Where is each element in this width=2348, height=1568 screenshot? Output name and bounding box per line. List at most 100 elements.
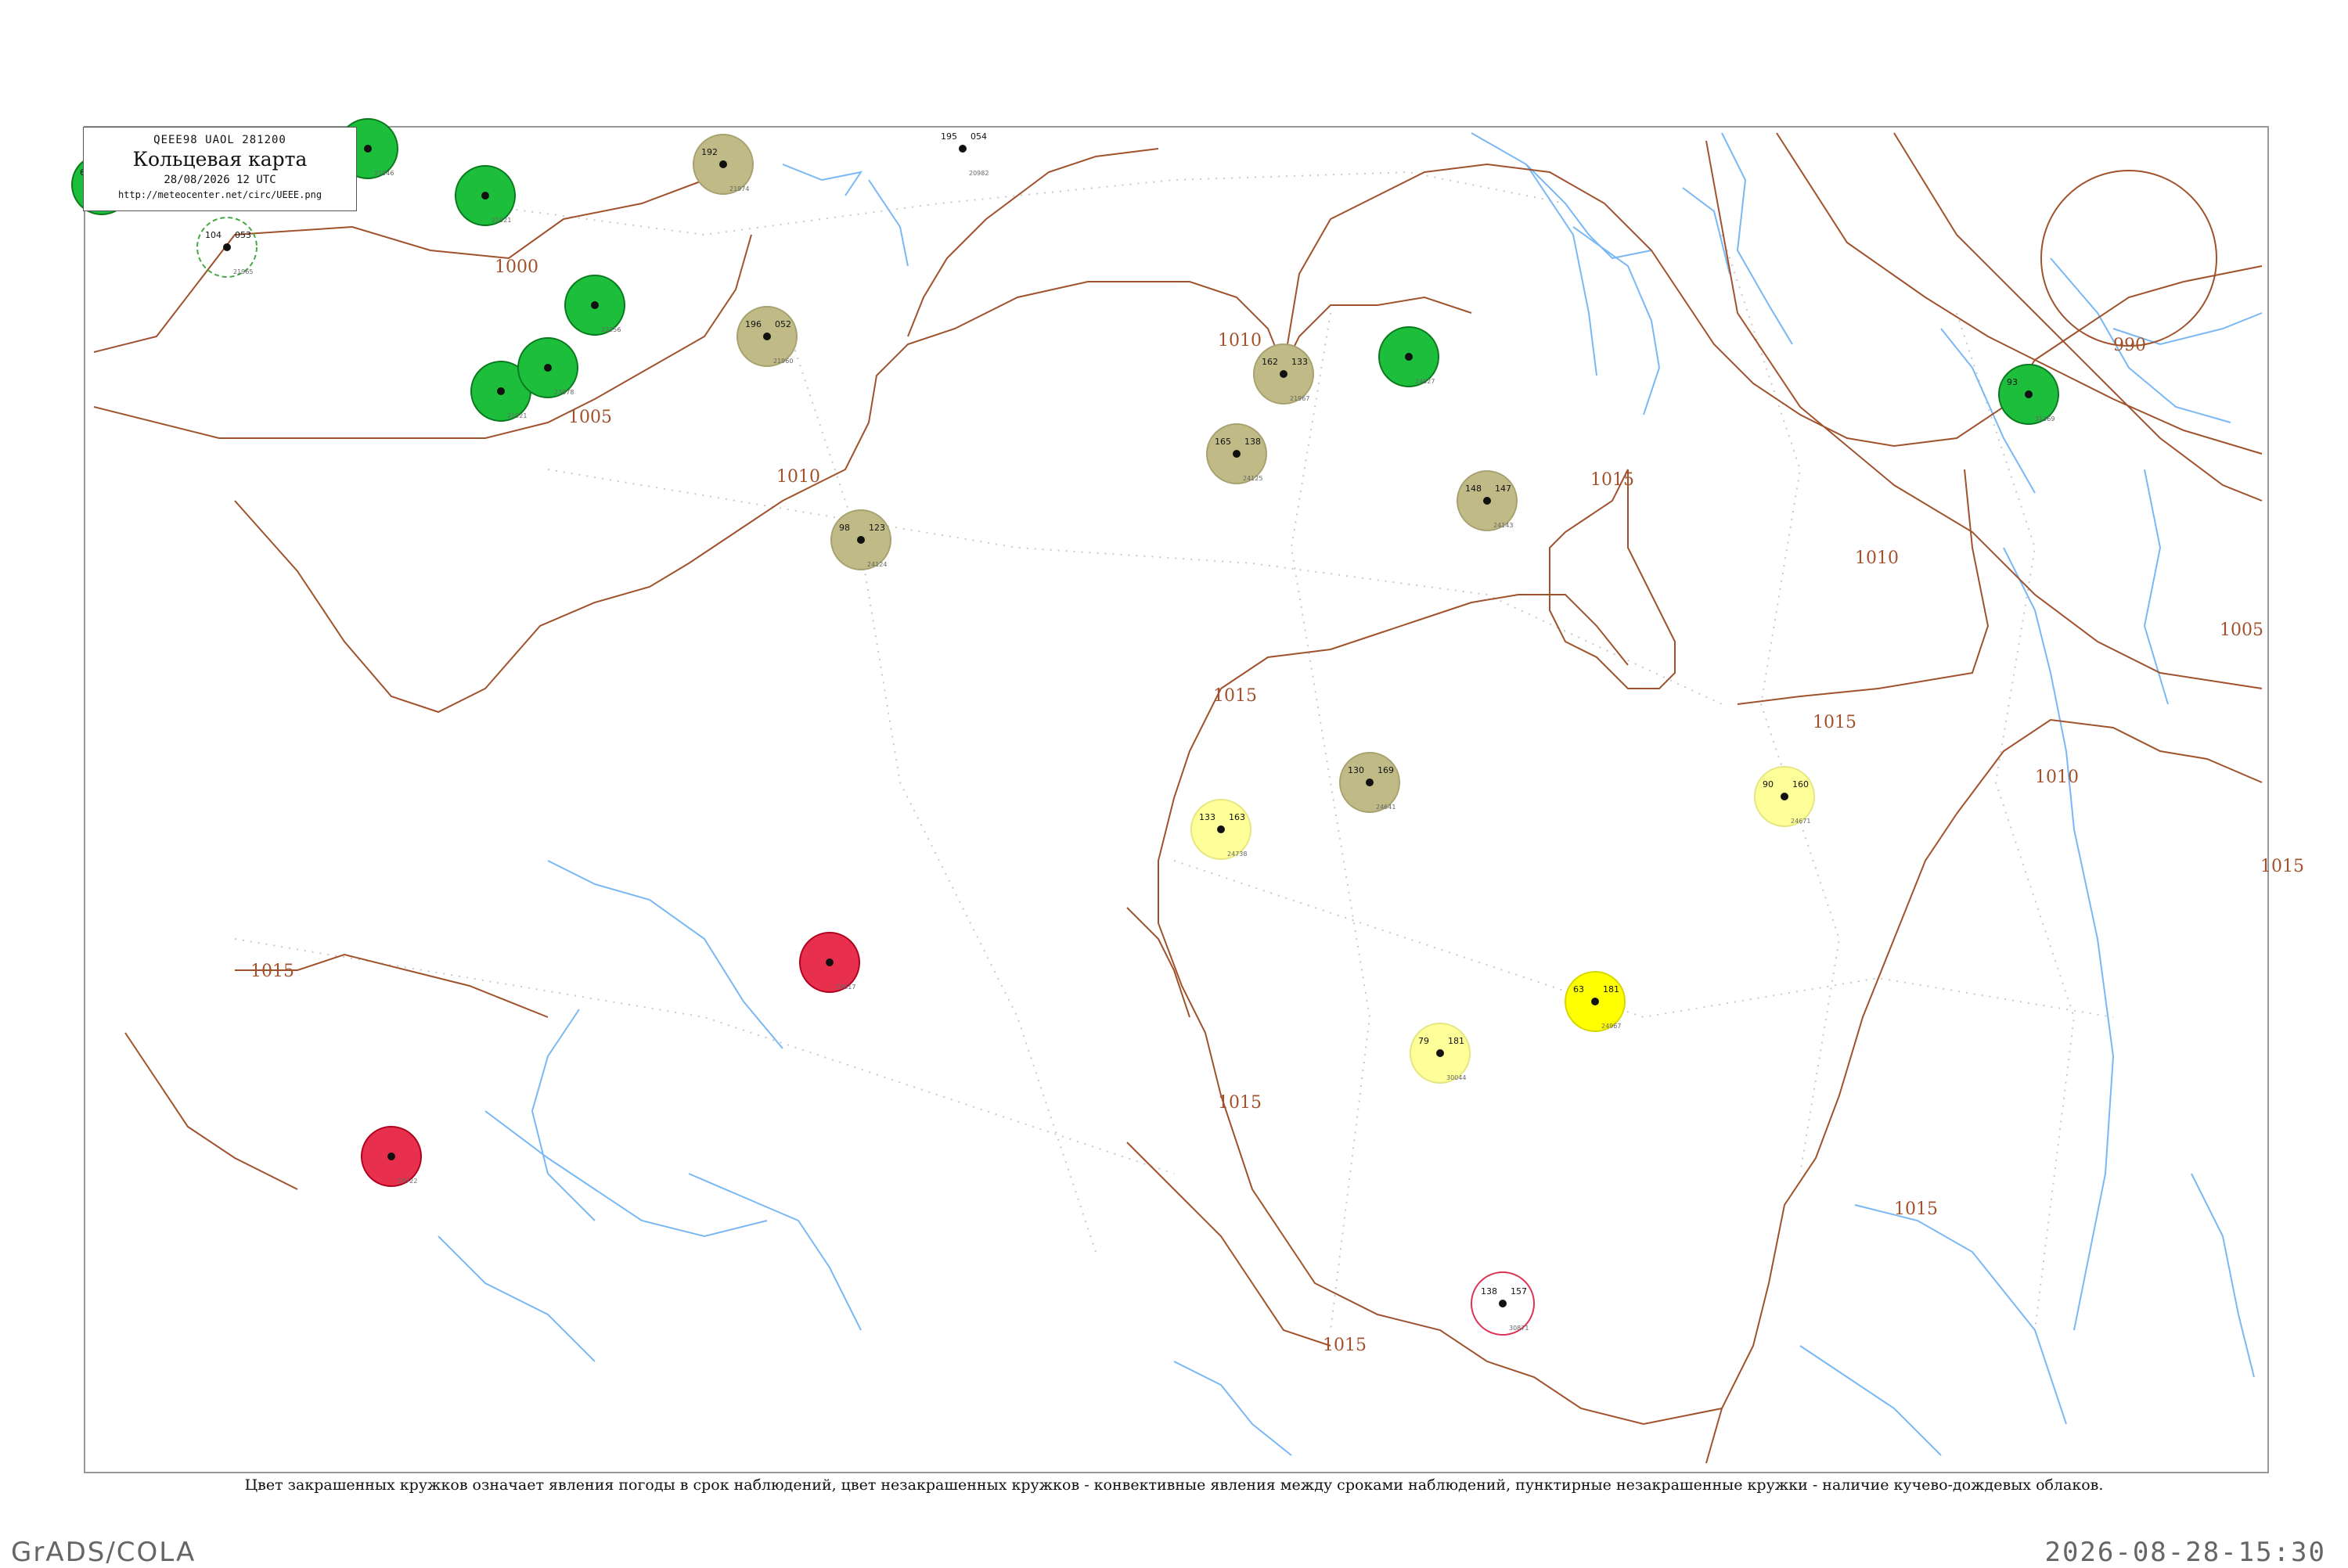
station-temperature: 79 bbox=[1418, 1036, 1429, 1046]
station-dot bbox=[857, 536, 865, 544]
station-dot bbox=[1436, 1049, 1444, 1057]
station-dot bbox=[1781, 793, 1788, 800]
station-dot bbox=[387, 1153, 395, 1160]
station-marker: 24027 bbox=[1378, 326, 1439, 387]
isobar-label: 1015 bbox=[1218, 1093, 1262, 1113]
station-marker: 165 138 24125 bbox=[1206, 423, 1267, 484]
station-temperature: 63 bbox=[1573, 984, 1584, 994]
station-temperature: 130 bbox=[1348, 765, 1364, 775]
station-dot bbox=[223, 243, 231, 251]
station-marker: 63 181 24967 bbox=[1565, 971, 1626, 1032]
station-id: 24967 bbox=[1601, 1023, 1621, 1030]
weather-map: 1000 1005 1010 1015 1015 1015 1015 1015 … bbox=[0, 0, 2348, 1565]
station-id: 24124 bbox=[867, 561, 887, 568]
isobar-label: 1005 bbox=[2220, 620, 2263, 640]
station-marker: 192 21974 bbox=[693, 134, 754, 195]
isobar-label: 1015 bbox=[1894, 1199, 1938, 1219]
station-pressure: 163 bbox=[1229, 812, 1245, 822]
station-temperature: 133 bbox=[1199, 812, 1215, 822]
station-pressure: 123 bbox=[869, 523, 885, 533]
station-temperature: 138 bbox=[1481, 1286, 1497, 1296]
station-marker: 133 163 24738 bbox=[1190, 799, 1251, 860]
station-marker: 148 147 24143 bbox=[1457, 470, 1518, 531]
station-marker: 21921 bbox=[455, 165, 516, 226]
station-dot bbox=[1499, 1300, 1507, 1307]
isobar-label: 1015 bbox=[1323, 1336, 1367, 1355]
station-pressure: 052 bbox=[775, 319, 791, 329]
isobar-label: 1005 bbox=[568, 408, 612, 427]
station-marker: 22256 bbox=[564, 275, 625, 336]
station-id: 31369 bbox=[2035, 415, 2054, 423]
station-id: 22256 bbox=[601, 326, 621, 333]
station-marker: 162 133 21967 bbox=[1253, 343, 1314, 405]
map-caption: Цвет закрашенных кружков означает явлени… bbox=[244, 1476, 2104, 1494]
station-dot bbox=[544, 364, 552, 372]
map-legend: QEEE98 UAOL 281200 Кольцевая карта 28/08… bbox=[83, 127, 357, 211]
station-dot bbox=[1280, 370, 1287, 378]
station-dot bbox=[2025, 390, 2033, 398]
station-marker: 23078 bbox=[517, 337, 578, 398]
station-dot bbox=[826, 958, 834, 966]
station-temperature: 93 bbox=[2007, 377, 2018, 387]
isobar-label: 1015 bbox=[2260, 857, 2304, 876]
station-dot bbox=[1233, 450, 1241, 458]
station-id: 30871 bbox=[1509, 1325, 1529, 1332]
station-id: 24738 bbox=[1227, 851, 1247, 858]
station-pressure: 181 bbox=[1448, 1036, 1464, 1046]
station-dot bbox=[763, 333, 771, 340]
station-pressure: 181 bbox=[1603, 984, 1619, 994]
map-date: 28/08/2026 12 UTC bbox=[164, 174, 276, 186]
software-credit: GrADS/COLA bbox=[11, 1537, 196, 1568]
station-marker: 98 123 24124 bbox=[830, 509, 891, 570]
station-dot bbox=[591, 301, 599, 309]
isobar-label: 1015 bbox=[1813, 713, 1856, 732]
station-dot bbox=[497, 387, 505, 395]
station-pressure: 133 bbox=[1291, 357, 1308, 367]
map-title: Кольцевая карта bbox=[132, 148, 308, 171]
station-dot bbox=[1591, 998, 1599, 1005]
isobar-label: 1015 bbox=[250, 962, 294, 981]
station-temperature: 104 bbox=[205, 230, 221, 240]
station-dot bbox=[481, 192, 489, 200]
isobar-label: 1010 bbox=[1855, 548, 1899, 568]
station-temperature: 195 bbox=[941, 131, 957, 142]
station-dot bbox=[959, 145, 967, 153]
station-dot bbox=[1366, 779, 1374, 786]
station-id: 21967 bbox=[1290, 395, 1309, 402]
station-dot bbox=[364, 145, 372, 153]
station-id: 21921 bbox=[507, 412, 527, 419]
isobar-label: 1015 bbox=[1590, 470, 1634, 490]
station-marker: 93 31369 bbox=[1998, 364, 2059, 425]
station-temperature: 192 bbox=[701, 147, 718, 157]
render-timestamp: 2026-08-28-15:30 bbox=[2044, 1537, 2326, 1568]
station-marker: 79 181 30044 bbox=[1410, 1023, 1471, 1084]
isobar-label: 990 bbox=[2113, 336, 2146, 355]
station-id: 24641 bbox=[1376, 804, 1395, 811]
station-pressure: 053 bbox=[235, 230, 251, 240]
isobar-label: 1010 bbox=[1218, 331, 1262, 351]
station-temperature: 98 bbox=[839, 523, 850, 533]
station-temperature: 148 bbox=[1465, 484, 1482, 494]
station-id: 24671 bbox=[1791, 818, 1810, 825]
isobar-label: 1000 bbox=[495, 257, 538, 277]
station-marker: 90 160 24671 bbox=[1754, 766, 1815, 827]
station-id: 20982 bbox=[969, 170, 989, 177]
station-temperature: 90 bbox=[1763, 779, 1774, 789]
station-id: 28722 bbox=[398, 1178, 417, 1185]
bulletin-code: QEEE98 UAOL 281200 bbox=[153, 134, 286, 146]
station-id: 30044 bbox=[1446, 1074, 1466, 1081]
station-id: 21965 bbox=[233, 268, 253, 275]
station-marker: 196 052 21960 bbox=[736, 306, 798, 367]
isobar-label: 1015 bbox=[1213, 686, 1257, 706]
map-url[interactable]: http://meteocenter.net/circ/UEEE.png bbox=[84, 189, 356, 200]
station-dot bbox=[719, 160, 727, 168]
station-temperature: 196 bbox=[745, 319, 762, 329]
station-id: 28817 bbox=[836, 984, 855, 991]
station-pressure: 054 bbox=[971, 131, 987, 142]
station-id: 21921 bbox=[492, 217, 511, 224]
station-id: 24143 bbox=[1493, 522, 1513, 529]
isobar-label: 1010 bbox=[2035, 768, 2079, 787]
station-dot bbox=[1217, 825, 1225, 833]
isobar-label: 1010 bbox=[776, 467, 820, 487]
station-marker: 28817 bbox=[799, 932, 860, 993]
